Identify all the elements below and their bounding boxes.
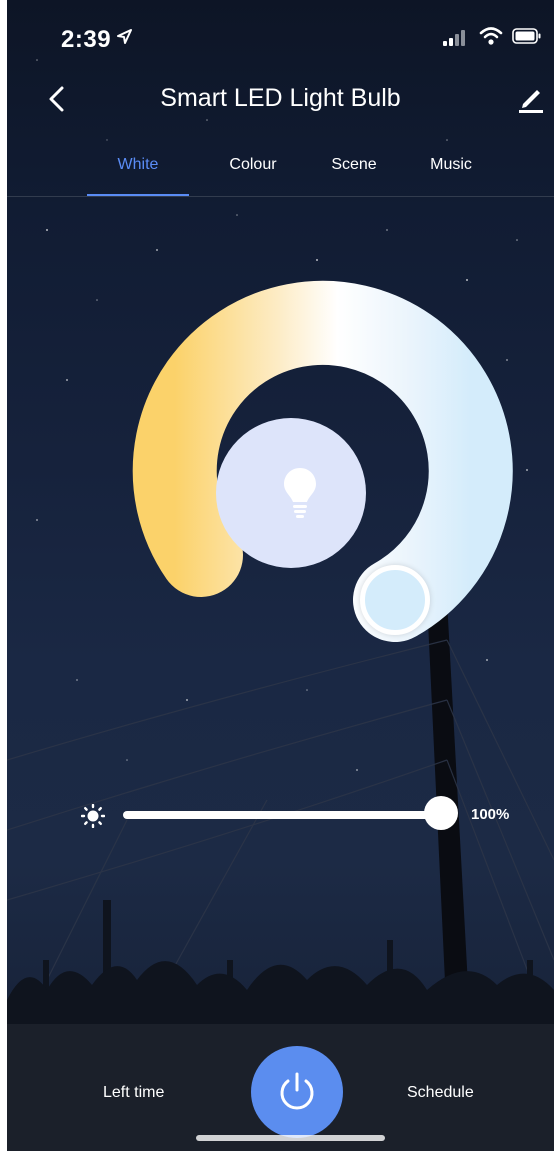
temperature-dial-handle[interactable] xyxy=(360,565,430,635)
brightness-slider-track[interactable] xyxy=(123,811,441,819)
left-time-button[interactable]: Left time xyxy=(103,1084,164,1102)
home-indicator[interactable] xyxy=(196,1135,385,1141)
schedule-button[interactable]: Schedule xyxy=(407,1084,474,1102)
brightness-slider-thumb[interactable] xyxy=(424,796,458,830)
power-button[interactable] xyxy=(251,1046,343,1138)
color-temperature-dial[interactable] xyxy=(7,0,554,1151)
app-screen: 2:39 Smart LED Light Bulb White Colour S… xyxy=(7,0,554,1151)
sun-brightness-icon xyxy=(81,804,105,828)
power-icon xyxy=(280,1072,314,1110)
lightbulb-icon xyxy=(284,468,316,518)
brightness-value: 100% xyxy=(471,806,510,823)
